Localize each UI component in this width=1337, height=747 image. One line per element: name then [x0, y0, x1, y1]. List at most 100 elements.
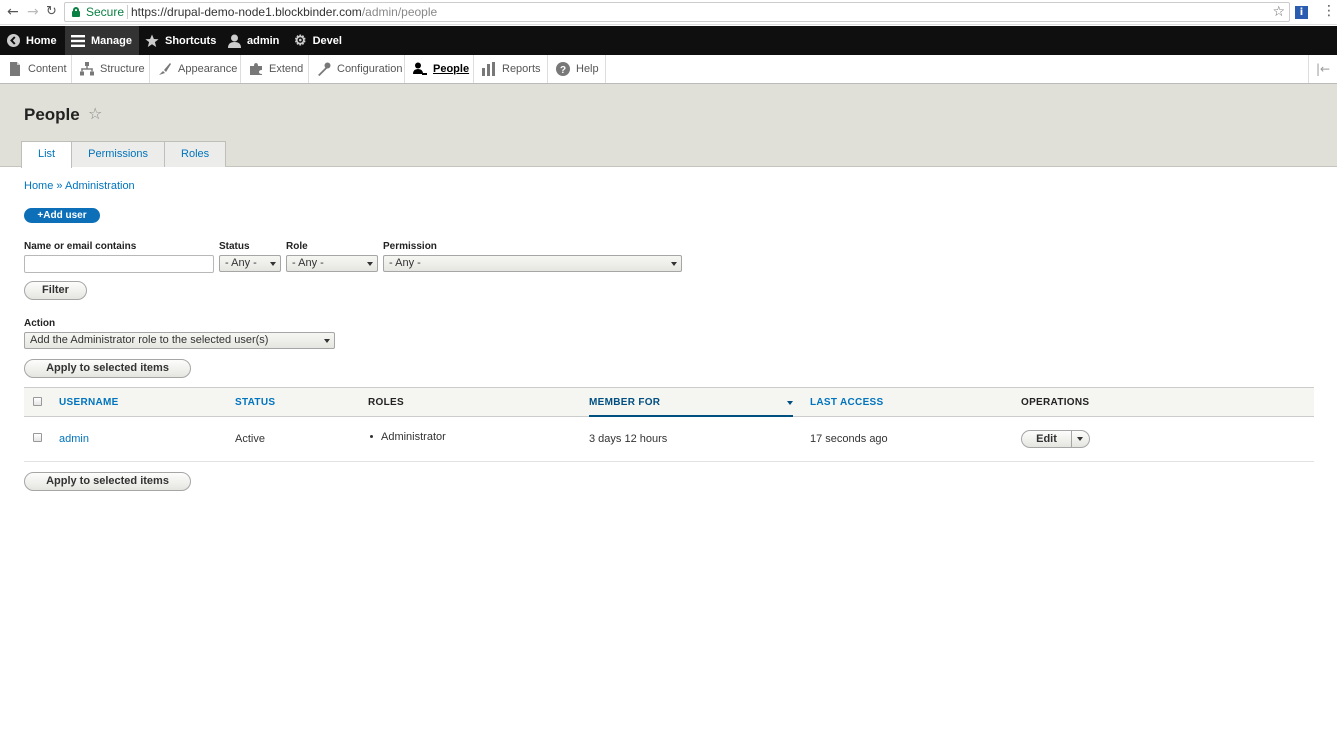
permission-filter-label: Permission: [383, 241, 437, 252]
header-status[interactable]: STATUS: [235, 397, 275, 408]
page-title: People: [24, 105, 80, 124]
name-filter-label: Name or email contains: [24, 241, 137, 252]
edit-button[interactable]: Edit: [1022, 431, 1072, 447]
breadcrumb-administration[interactable]: Administration: [65, 180, 135, 192]
permission-select-value: - Any -: [389, 257, 421, 269]
header-username[interactable]: USERNAME: [59, 397, 119, 408]
extension-icon[interactable]: i: [1295, 6, 1308, 19]
operations-toggle[interactable]: [1072, 431, 1089, 447]
reload-icon[interactable]: ↻: [46, 4, 57, 19]
table-row: admin Active Administrator 3 days 12 hou…: [24, 418, 1314, 462]
tray-label-reports: Reports: [502, 63, 541, 75]
bar-chart-icon: [482, 62, 495, 76]
browser-menu-icon[interactable]: ⋮: [1322, 3, 1336, 19]
apply-selected-button-bottom[interactable]: Apply to selected items: [24, 472, 191, 491]
status-select-value: - Any -: [225, 257, 257, 269]
chevron-down-icon: [1077, 437, 1083, 441]
breadcrumb: Home » Administration: [24, 180, 135, 192]
toolbar-user[interactable]: admin: [228, 26, 279, 55]
apply-selected-button-top[interactable]: Apply to selected items: [24, 359, 191, 378]
select-all-checkbox[interactable]: [33, 397, 42, 406]
tray-item-reports[interactable]: Reports: [474, 55, 548, 83]
tray-item-people[interactable]: People: [405, 55, 474, 83]
toolbar-devel[interactable]: ⚙ Devel: [294, 26, 342, 55]
tray-label-extend: Extend: [269, 63, 304, 75]
action-label: Action: [24, 318, 56, 329]
header-roles: ROLES: [368, 397, 404, 408]
sort-desc-icon[interactable]: [787, 401, 793, 405]
admin-toolbar: Home Manage Shortcuts admin ⚙ Devel: [0, 26, 1337, 55]
tray-item-extend[interactable]: Extend: [241, 55, 309, 83]
member-for-cell: 3 days 12 hours: [589, 433, 668, 445]
document-icon: [10, 62, 20, 76]
edit-dropbutton: Edit: [1021, 430, 1090, 448]
add-user-button[interactable]: +Add user: [24, 208, 100, 223]
permission-select[interactable]: - Any -: [383, 255, 682, 272]
wrench-icon: [318, 62, 331, 76]
header-operations: OPERATIONS: [1021, 397, 1090, 408]
breadcrumb-home[interactable]: Home: [24, 180, 53, 192]
breadcrumb-separator: »: [56, 180, 63, 192]
filter-button[interactable]: Filter: [24, 281, 87, 300]
status-select[interactable]: - Any -: [219, 255, 281, 272]
tab-list[interactable]: List: [21, 141, 73, 168]
url-text[interactable]: https://drupal-demo-node1.blockbinder.co…: [131, 5, 437, 19]
role-filter-label: Role: [286, 241, 308, 252]
user-icon: [228, 34, 241, 48]
tray-item-appearance[interactable]: Appearance: [150, 55, 241, 83]
toolbar-user-label: admin: [247, 34, 280, 47]
paintbrush-icon: [159, 63, 171, 75]
last-access-cell: 17 seconds ago: [810, 433, 888, 445]
star-icon: [145, 34, 159, 47]
tray-item-help[interactable]: ? Help: [548, 55, 606, 83]
tray-label-help: Help: [576, 63, 599, 75]
url-divider: [127, 5, 128, 19]
gear-icon: ⚙: [294, 32, 307, 48]
toolbar-devel-label: Devel: [312, 34, 342, 47]
status-filter-label: Status: [219, 241, 250, 252]
table-header: USERNAME STATUS ROLES MEMBER FOR LAST AC…: [24, 387, 1314, 417]
tray-item-structure[interactable]: Structure: [72, 55, 150, 83]
toolbar-manage[interactable]: Manage: [65, 26, 139, 55]
header-member-for[interactable]: MEMBER FOR: [589, 397, 660, 408]
chevron-down-icon: [270, 262, 276, 266]
name-email-input[interactable]: [24, 255, 214, 273]
hamburger-icon: [71, 34, 85, 47]
forward-arrow-icon[interactable]: →: [27, 4, 39, 20]
role-name: Administrator: [381, 431, 446, 443]
tab-permissions[interactable]: Permissions: [71, 141, 166, 167]
bookmark-star-icon[interactable]: ☆: [1272, 4, 1285, 20]
row-checkbox[interactable]: [33, 433, 42, 442]
puzzle-icon: [250, 63, 262, 75]
toolbar-shortcuts-label: Shortcuts: [165, 34, 217, 47]
tray-collapse-icon[interactable]: |←: [1308, 55, 1337, 83]
chevron-down-icon: [324, 339, 330, 343]
tab-roles[interactable]: Roles: [164, 141, 227, 167]
username-link[interactable]: admin: [59, 433, 89, 445]
header-last-access[interactable]: LAST ACCESS: [810, 397, 884, 408]
lock-icon: [72, 7, 80, 17]
address-bar[interactable]: Secure https://drupal-demo-node1.blockbi…: [64, 2, 1290, 22]
back-arrow-icon[interactable]: ←: [7, 4, 19, 20]
secure-label: Secure: [86, 5, 125, 19]
tray-item-configuration[interactable]: Configuration: [309, 55, 405, 83]
page-header: People ☆ List Permissions Roles: [0, 84, 1337, 168]
admin-tray: Content Structure Appearance Extend Conf…: [0, 55, 1337, 84]
tray-label-content: Content: [28, 63, 67, 75]
structure-icon: [80, 62, 94, 76]
action-select[interactable]: Add the Administrator role to the select…: [24, 332, 335, 349]
toolbar-home-label: Home: [26, 34, 57, 47]
browser-bar: ← → ↻ Secure https://drupal-demo-node1.b…: [0, 0, 1337, 25]
toolbar-home[interactable]: Home: [7, 26, 57, 55]
toolbar-shortcuts[interactable]: Shortcuts: [145, 26, 216, 55]
active-sort-indicator: [589, 415, 793, 417]
role-select[interactable]: - Any -: [286, 255, 378, 272]
tray-item-content[interactable]: Content: [0, 55, 72, 83]
tray-label-appearance: Appearance: [178, 63, 238, 75]
shortcut-star-icon[interactable]: ☆: [88, 104, 102, 123]
toolbar-manage-label: Manage: [91, 34, 132, 47]
bullet-icon: [370, 434, 373, 438]
primary-tabs: List Permissions Roles: [21, 141, 227, 168]
svg-text:?: ?: [560, 65, 566, 76]
role-select-value: - Any -: [292, 257, 324, 269]
